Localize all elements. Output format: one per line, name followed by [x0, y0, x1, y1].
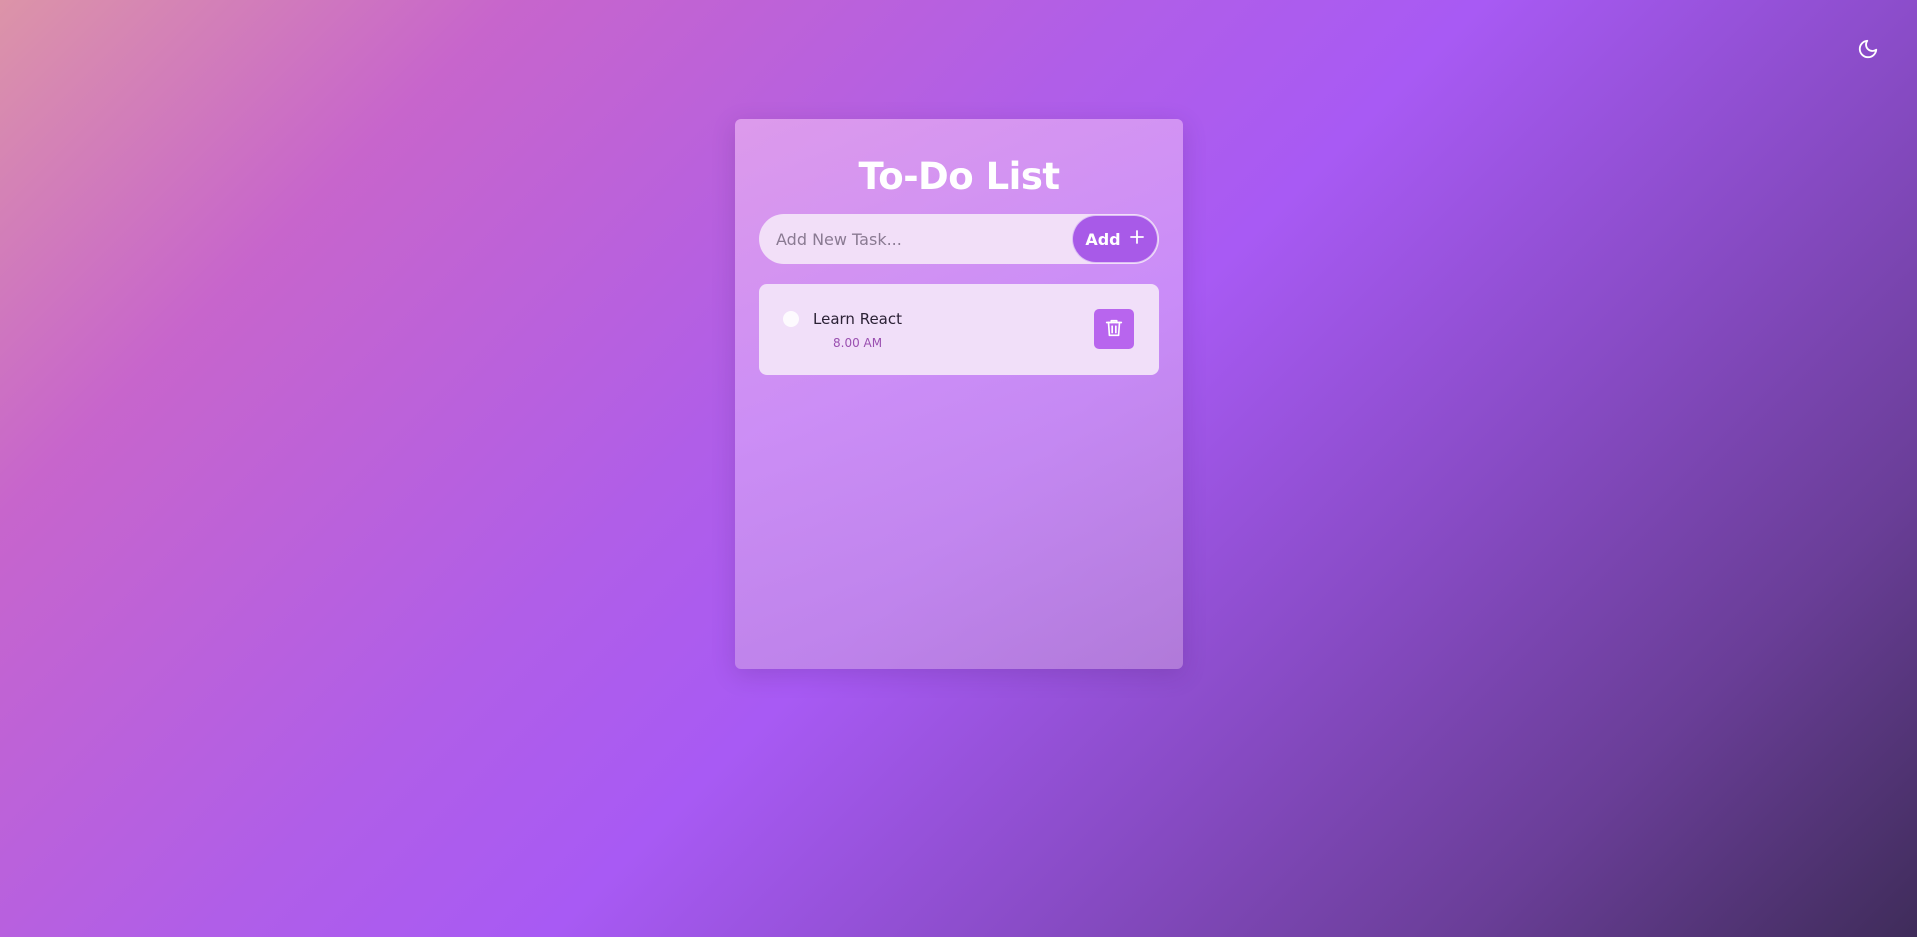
task-time: 8.00 AM	[833, 336, 883, 350]
trash-icon	[1103, 317, 1125, 342]
theme-toggle-button[interactable]	[1853, 36, 1883, 66]
delete-task-button[interactable]	[1094, 309, 1134, 349]
task-item: Learn React 8.00 AM	[759, 284, 1159, 375]
new-task-input[interactable]	[759, 214, 1072, 264]
add-task-form: Add	[759, 214, 1159, 264]
task-list: Learn React 8.00 AM	[759, 284, 1159, 375]
add-task-button[interactable]: Add	[1072, 215, 1158, 263]
todo-card: To-Do List Add Learn React 8.00 AM	[735, 119, 1183, 669]
task-text: Learn React	[813, 310, 902, 328]
add-button-label: Add	[1085, 229, 1121, 249]
plus-icon	[1129, 229, 1145, 249]
task-complete-toggle[interactable]	[783, 311, 799, 327]
page-title: To-Do List	[858, 155, 1060, 198]
moon-icon	[1857, 38, 1879, 64]
